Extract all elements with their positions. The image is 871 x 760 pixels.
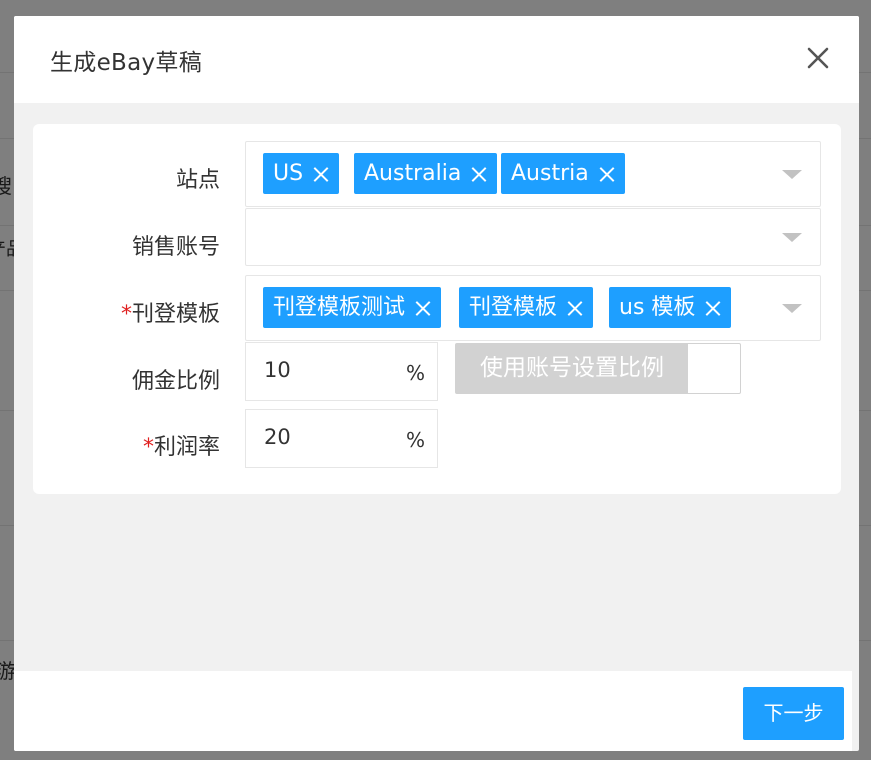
site-label: 站点 [175, 168, 220, 193]
chevron-down-icon[interactable] [782, 170, 802, 179]
remove-tag-icon[interactable] [415, 300, 431, 316]
generate-draft-dialog: 生成eBay草稿 站点 US Australia Austria 销售账号 *刊… [14, 16, 859, 751]
chevron-down-icon[interactable] [782, 233, 802, 242]
profit-label: *利润率 [142, 435, 220, 460]
remove-tag-icon[interactable] [567, 300, 583, 316]
tag-label: US [273, 161, 304, 186]
tag-label: us 模板 [619, 295, 696, 320]
template-select[interactable]: 刊登模板测试 刊登模板 us 模板 [245, 275, 821, 341]
tag-label: 刊登模板测试 [273, 295, 406, 320]
commission-value: 10 [264, 358, 291, 382]
site-tag: US [263, 153, 340, 194]
draft-form: 站点 US Australia Austria 销售账号 *刊登模板 刊登模板测… [33, 124, 841, 494]
commission-input[interactable]: 10 % [245, 342, 438, 401]
dialog-header: 生成eBay草稿 [14, 16, 859, 103]
commission-label: 佣金比例 [131, 369, 220, 394]
tag-label: 刊登模板 [469, 295, 558, 320]
template-tag: us 模板 [609, 287, 732, 328]
profit-value: 20 [264, 425, 291, 449]
dialog-footer [14, 671, 852, 751]
next-step-button[interactable]: 下一步 [743, 687, 844, 740]
use-account-ratio-switch[interactable]: 使用账号设置比例 [455, 343, 741, 394]
chevron-down-icon[interactable] [782, 304, 802, 313]
required-mark: * [120, 302, 132, 327]
remove-tag-icon[interactable] [471, 166, 487, 182]
site-tag: Austria [501, 153, 625, 194]
site-tag: Australia [354, 153, 498, 194]
site-select[interactable]: US Australia Austria [245, 141, 821, 207]
close-icon[interactable] [803, 43, 833, 73]
template-tag: 刊登模板 [459, 287, 594, 328]
tag-label: Australia [364, 161, 462, 186]
account-select[interactable] [245, 208, 821, 266]
required-mark: * [142, 435, 154, 460]
remove-tag-icon[interactable] [313, 166, 329, 182]
account-label: 销售账号 [131, 235, 220, 260]
tag-label: Austria [511, 161, 589, 186]
percent-unit: % [405, 361, 425, 385]
dialog-title: 生成eBay草稿 [50, 50, 203, 76]
profit-input[interactable]: 20 % [245, 409, 438, 468]
template-tag: 刊登模板测试 [263, 287, 442, 328]
remove-tag-icon[interactable] [599, 166, 615, 182]
switch-label: 使用账号设置比例 [456, 344, 688, 393]
remove-tag-icon[interactable] [705, 300, 721, 316]
percent-unit: % [405, 428, 425, 452]
template-label: *刊登模板 [120, 302, 220, 327]
